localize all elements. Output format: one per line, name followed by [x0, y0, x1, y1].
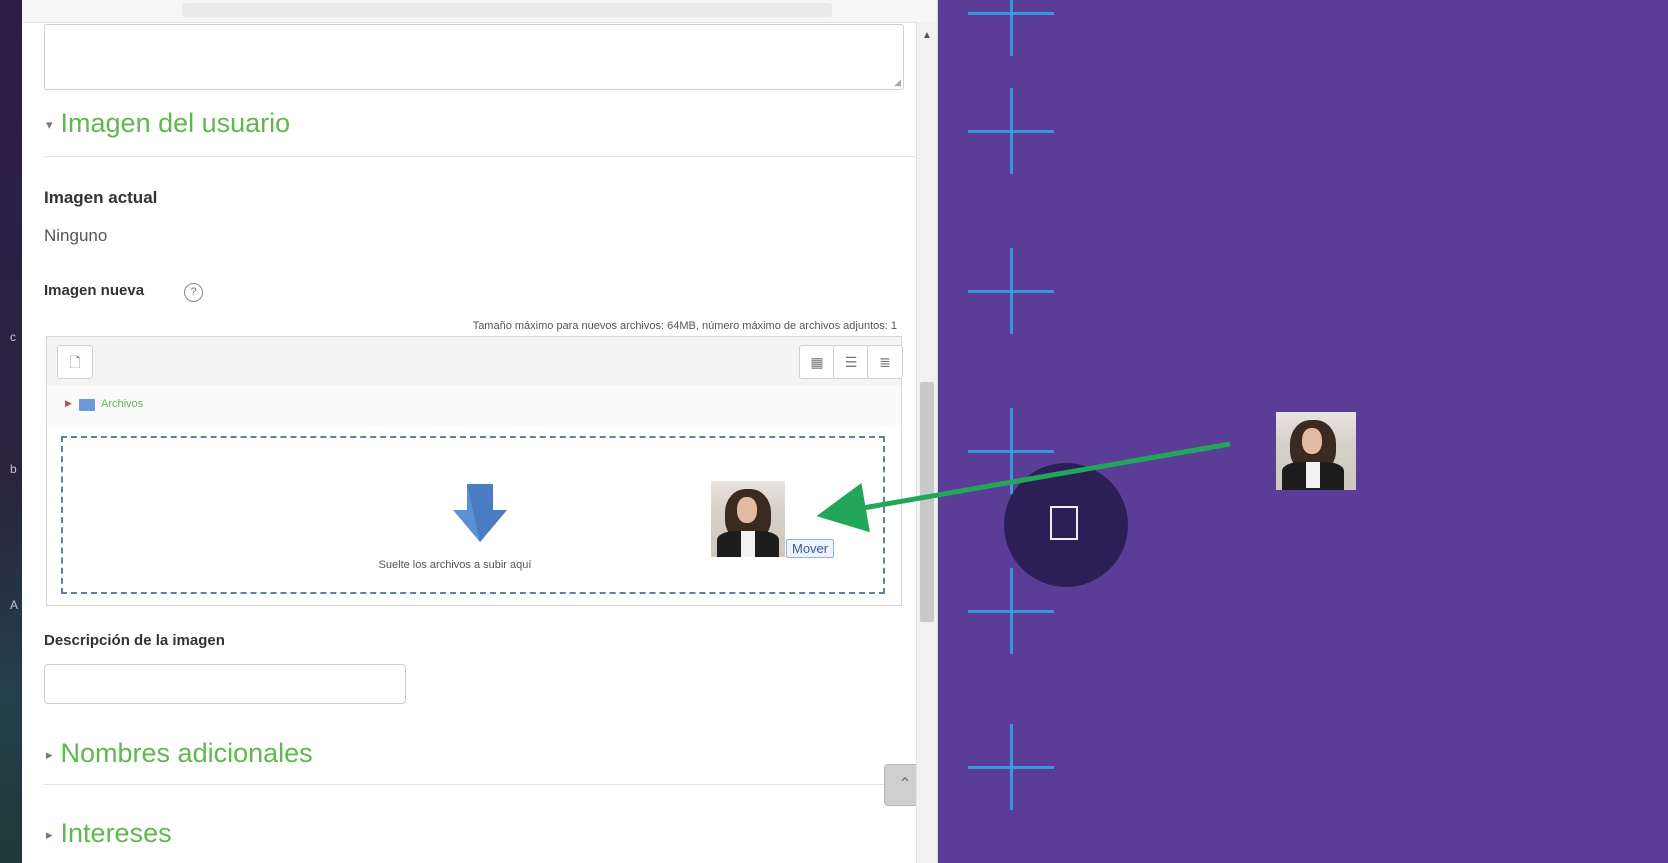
background-page-strip: c b A — [0, 0, 22, 863]
dragged-image-thumbnail[interactable] — [711, 481, 785, 557]
expand-triangle-icon[interactable]: ▶ — [65, 398, 72, 409]
file-outline-icon — [1050, 506, 1078, 540]
folder-icon — [79, 399, 95, 411]
icon-view-button[interactable]: ▦ — [799, 345, 835, 379]
move-drag-tooltip: Mover — [786, 539, 835, 558]
section-title: Intereses — [60, 818, 172, 848]
strip-glyph: b — [10, 462, 17, 476]
vertical-scrollbar[interactable]: ▲ — [916, 22, 937, 863]
strip-glyph: A — [10, 598, 19, 612]
scrollbar-thumb[interactable] — [920, 382, 934, 622]
image-description-input[interactable] — [44, 664, 406, 704]
description-textarea[interactable]: ◢ — [44, 24, 904, 90]
path-folder-link[interactable]: Archivos — [101, 398, 143, 410]
drop-instructions: Suelte los archivos a subir aquí — [378, 559, 532, 571]
help-icon[interactable]: ? — [184, 283, 203, 302]
current-image-value: Ninguno — [44, 226, 108, 245]
caret-right-icon: ▸ — [46, 826, 53, 842]
new-image-label: Imagen nueva — [44, 282, 145, 299]
caret-down-icon: ▾ — [46, 116, 53, 132]
list-view-button[interactable]: ☰ — [833, 345, 869, 379]
crosshair-icon — [968, 0, 1054, 56]
resize-grip-icon[interactable]: ◢ — [894, 77, 901, 88]
window-top-bar — [22, 0, 937, 23]
desktop-drag-area — [938, 0, 1668, 863]
current-image-label: Imagen actual — [44, 188, 158, 207]
section-user-image-header[interactable]: ▾ Imagen del usuario — [46, 108, 290, 139]
upload-limits-hint: Tamaño máximo para nuevos archivos: 64MB… — [472, 320, 897, 332]
image-description-label: Descripción de la imagen — [44, 632, 225, 649]
crosshair-icon — [968, 724, 1054, 810]
section-title: Imagen del usuario — [60, 108, 291, 138]
section-divider — [44, 784, 924, 785]
section-additional-names-header[interactable]: ▸ Nombres adicionales — [46, 738, 313, 769]
section-title: Nombres adicionales — [60, 738, 313, 768]
tree-view-button[interactable]: ≣ — [867, 345, 903, 379]
section-interests-header[interactable]: ▸ Intereses — [46, 818, 172, 849]
section-divider — [44, 156, 924, 157]
download-arrow-icon — [453, 484, 507, 542]
scroll-up-arrow-icon[interactable]: ▲ — [922, 30, 932, 41]
profile-edit-window: ◢ ▾ Imagen del usuario Imagen actual Ning… — [22, 0, 938, 863]
crosshair-icon — [968, 248, 1054, 334]
filepicker-toolbar: 🗋 ▦ ☰ ≣ — [46, 336, 903, 386]
source-image-thumbnail[interactable] — [1276, 412, 1356, 490]
caret-right-icon: ▸ — [46, 746, 53, 762]
add-file-button[interactable]: 🗋 — [57, 345, 93, 379]
filepicker-path: ▶ Archivos — [46, 385, 902, 425]
address-bar[interactable] — [182, 3, 832, 17]
crosshair-icon — [968, 88, 1054, 174]
cursor-touch-indicator — [1004, 463, 1128, 587]
strip-glyph: c — [10, 330, 16, 344]
